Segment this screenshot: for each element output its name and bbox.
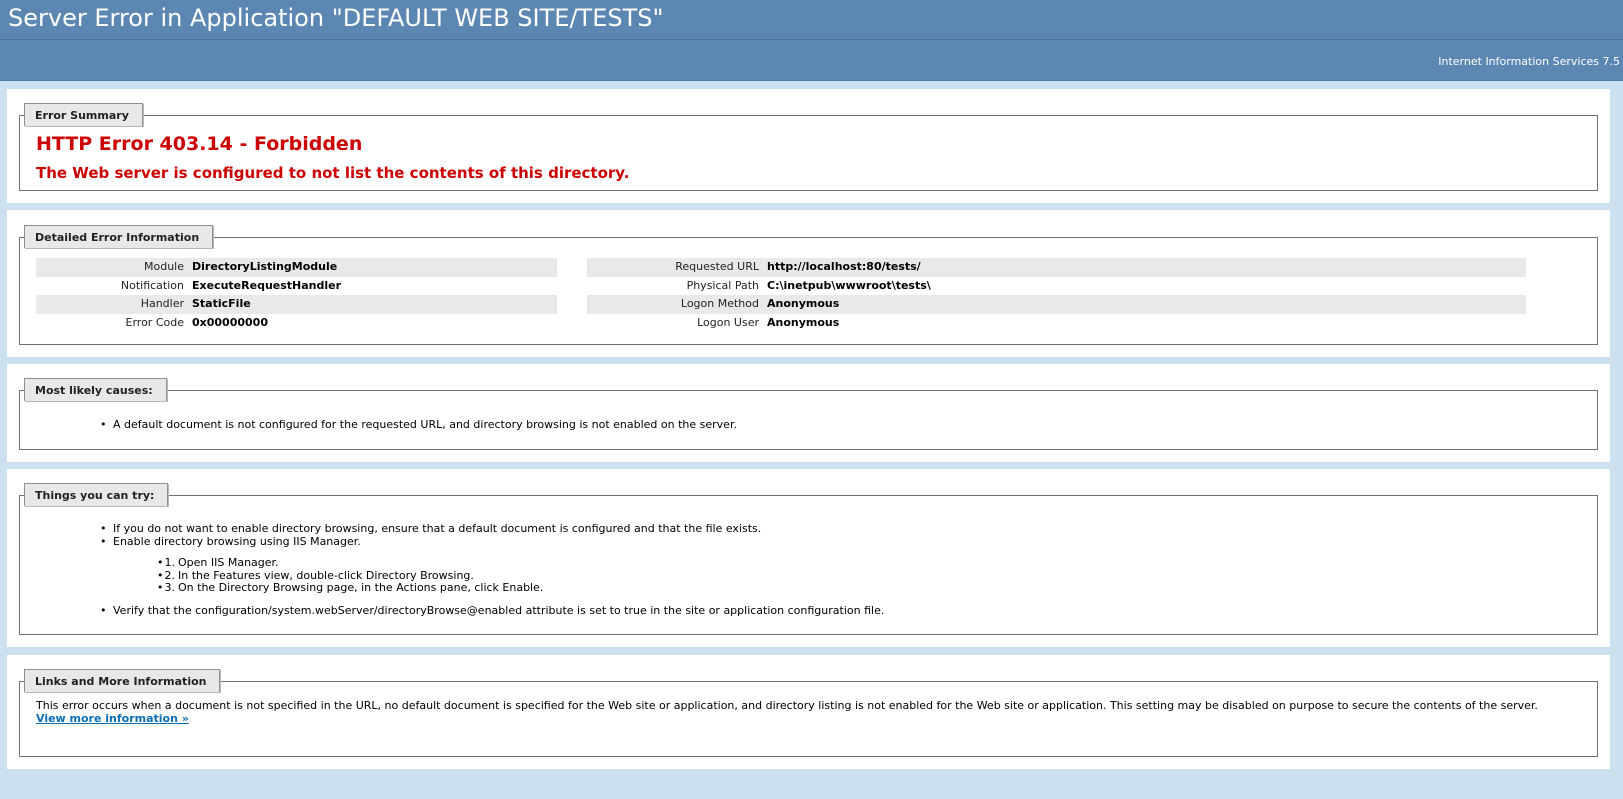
detail-label: Requested URL bbox=[675, 260, 759, 273]
detailed-error-legend: Detailed Error Information bbox=[24, 225, 214, 248]
step-number: 3. bbox=[164, 581, 176, 594]
detail-value: DirectoryListingModule bbox=[192, 260, 338, 273]
detail-value: http://localhost:80/tests/ bbox=[767, 260, 921, 273]
step-text: On the Directory Browsing page, in the A… bbox=[178, 581, 544, 594]
detail-row: Handler StaticFile bbox=[36, 295, 557, 314]
enable-steps-list: 1.Open IIS Manager. 2.In the Features vi… bbox=[157, 556, 1581, 595]
step-text: In the Features view, double-click Direc… bbox=[178, 568, 474, 582]
header-divider bbox=[0, 39, 1623, 40]
detail-label: Module bbox=[144, 260, 184, 273]
list-item: A default document is not configured for… bbox=[100, 418, 1581, 431]
view-more-information-link[interactable]: View more information » bbox=[36, 712, 189, 725]
error-message: The Web server is configured to not list… bbox=[36, 164, 630, 182]
detail-label: Error Code bbox=[125, 315, 184, 329]
server-product-label: Internet Information Services 7.5 bbox=[1438, 55, 1620, 68]
detail-label: Notification bbox=[120, 278, 184, 292]
detail-label: Physical Path bbox=[686, 278, 759, 292]
list-item: Verify that the configuration/system.web… bbox=[100, 604, 1581, 617]
links-text: This error occurs when a document is not… bbox=[36, 699, 1538, 712]
detail-label: Handler bbox=[140, 297, 184, 310]
detail-value: ExecuteRequestHandler bbox=[192, 278, 342, 292]
list-item: Enable directory browsing using IIS Mana… bbox=[100, 535, 1581, 595]
detail-value: 0x00000000 bbox=[192, 315, 268, 329]
detail-value: C:\inetpub\wwwroot\tests\ bbox=[767, 278, 931, 292]
error-summary-legend: Error Summary bbox=[24, 103, 143, 126]
links-legend: Links and More Information bbox=[24, 669, 221, 692]
detail-row: Logon Method Anonymous bbox=[587, 295, 1526, 314]
detail-row: Requested URL http://localhost:80/tests/ bbox=[587, 258, 1526, 277]
links-fieldset: Links and More Information This error oc… bbox=[19, 669, 1598, 757]
links-description: This error occurs when a document is not… bbox=[36, 699, 1557, 725]
step-text: Open IIS Manager. bbox=[178, 556, 279, 569]
step-number: 1. bbox=[164, 556, 176, 569]
causes-fieldset: Most likely causes: A default document i… bbox=[19, 378, 1598, 450]
error-summary-panel: Error Summary HTTP Error 403.14 - Forbid… bbox=[7, 89, 1610, 203]
page-title: Server Error in Application "DEFAULT WEB… bbox=[8, 4, 664, 32]
list-item-text: Enable directory browsing using IIS Mana… bbox=[113, 535, 361, 548]
detail-row: Notification ExecuteRequestHandler bbox=[36, 277, 557, 296]
step-item: 3.On the Directory Browsing page, in the… bbox=[157, 581, 1581, 595]
detailed-error-panel: Detailed Error Information Module Direct… bbox=[7, 210, 1610, 357]
causes-legend: Most likely causes: bbox=[24, 378, 167, 401]
detail-value: StaticFile bbox=[192, 297, 251, 310]
list-item: If you do not want to enable directory b… bbox=[100, 522, 1581, 535]
links-panel: Links and More Information This error oc… bbox=[7, 655, 1610, 769]
things-to-try-panel: Things you can try: If you do not want t… bbox=[7, 469, 1610, 647]
detail-label: Logon User bbox=[697, 315, 759, 329]
detail-table-right: Requested URL http://localhost:80/tests/… bbox=[587, 258, 1526, 332]
detail-value: Anonymous bbox=[767, 297, 840, 310]
things-to-try-fieldset: Things you can try: If you do not want t… bbox=[19, 483, 1598, 635]
error-title: HTTP Error 403.14 - Forbidden bbox=[36, 133, 363, 155]
detail-table-left: Module DirectoryListingModule Notificati… bbox=[36, 258, 557, 332]
things-to-try-list: If you do not want to enable directory b… bbox=[100, 522, 1581, 617]
detail-row: Module DirectoryListingModule bbox=[36, 258, 557, 277]
detail-label: Logon Method bbox=[680, 297, 759, 310]
causes-panel: Most likely causes: A default document i… bbox=[7, 364, 1610, 462]
detail-row: Logon User Anonymous bbox=[587, 314, 1526, 333]
detail-value: Anonymous bbox=[767, 315, 840, 329]
header-bar: Server Error in Application "DEFAULT WEB… bbox=[0, 0, 1623, 81]
causes-list: A default document is not configured for… bbox=[100, 418, 1581, 431]
things-to-try-legend: Things you can try: bbox=[24, 483, 169, 506]
detail-row: Physical Path C:\inetpub\wwwroot\tests\ bbox=[587, 277, 1526, 296]
detailed-error-fieldset: Detailed Error Information Module Direct… bbox=[19, 225, 1598, 345]
error-summary-fieldset: Error Summary HTTP Error 403.14 - Forbid… bbox=[19, 103, 1598, 191]
detail-row: Error Code 0x00000000 bbox=[36, 314, 557, 333]
